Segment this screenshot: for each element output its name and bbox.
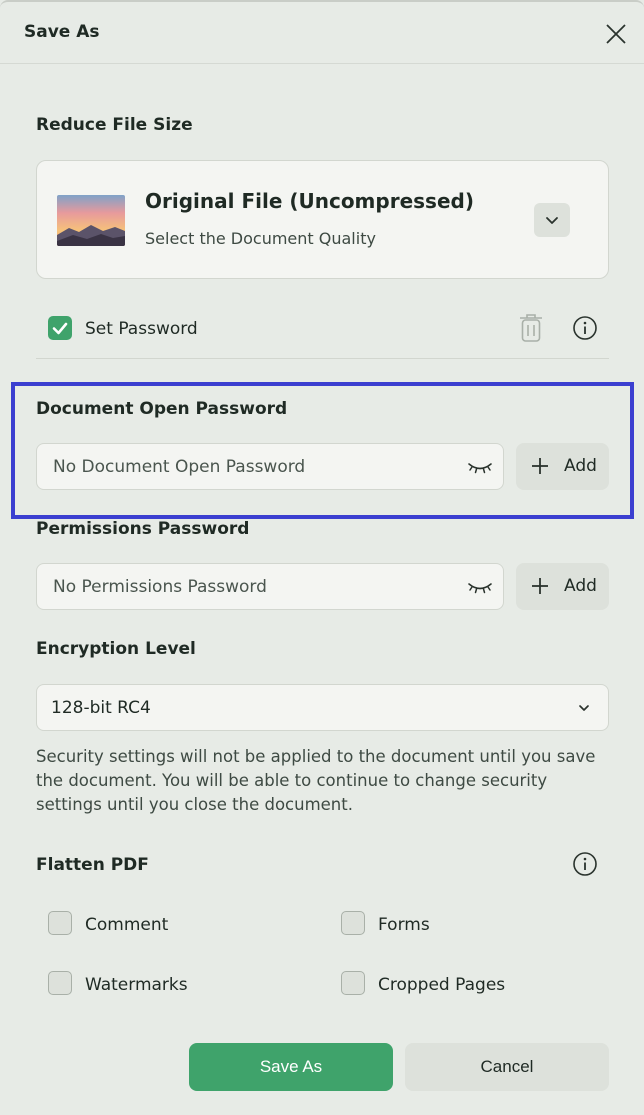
security-note: Security settings will not be applied to…: [36, 747, 596, 814]
cancel-button[interactable]: Cancel: [405, 1043, 609, 1091]
chevron-down-icon: [546, 217, 558, 224]
password-info-button[interactable]: [572, 315, 598, 341]
encryption-level-label: Encryption Level: [36, 639, 196, 659]
checkmark-icon: [52, 322, 68, 335]
open-password-placeholder: No Document Open Password: [53, 457, 306, 477]
permissions-password-placeholder: No Permissions Password: [53, 577, 267, 597]
flatten-forms-label: Forms: [378, 915, 430, 935]
add-permissions-password-button[interactable]: Add: [516, 563, 609, 610]
plus-icon: [532, 578, 548, 594]
trash-icon: [520, 314, 542, 342]
chevron-down-icon: [579, 705, 589, 711]
file-option-title: Original File (Uncompressed): [145, 189, 474, 213]
save-as-button[interactable]: Save As: [189, 1043, 393, 1091]
file-option-subtitle: Select the Document Quality: [145, 229, 376, 248]
delete-password-button[interactable]: [516, 312, 546, 344]
eye-closed-icon: [468, 583, 492, 594]
open-password-field[interactable]: No Document Open Password: [36, 443, 504, 490]
set-password-checkbox[interactable]: [48, 316, 72, 340]
flatten-cropped-pages-checkbox[interactable]: [341, 971, 365, 995]
set-password-label: Set Password: [85, 319, 198, 339]
flatten-comment-label: Comment: [85, 915, 169, 935]
add-open-password-button[interactable]: Add: [516, 443, 609, 490]
encryption-level-select[interactable]: 128-bit RC4: [36, 684, 609, 731]
add-permissions-password-label: Add: [564, 576, 597, 596]
close-icon: [606, 24, 626, 44]
info-icon: [573, 316, 597, 340]
info-icon: [573, 852, 597, 876]
permissions-password-label: Permissions Password: [36, 519, 250, 539]
open-password-label: Document Open Password: [36, 399, 288, 419]
close-button[interactable]: [600, 18, 632, 50]
flatten-cropped-pages-label: Cropped Pages: [378, 975, 506, 995]
flatten-info-button[interactable]: [572, 851, 598, 877]
flatten-watermarks-checkbox[interactable]: [48, 971, 72, 995]
document-thumbnail: [57, 195, 125, 246]
plus-icon: [532, 458, 548, 474]
permissions-password-visibility-toggle[interactable]: [467, 578, 493, 596]
open-password-visibility-toggle[interactable]: [467, 458, 493, 476]
reduce-file-size-label: Reduce File Size: [36, 115, 193, 135]
permissions-password-field[interactable]: No Permissions Password: [36, 563, 504, 610]
flatten-comment-checkbox[interactable]: [48, 911, 72, 935]
save-as-dialog: Save As Reduce File Size Original File (…: [0, 0, 644, 1115]
file-quality-card[interactable]: Original File (Uncompressed) Select the …: [36, 160, 609, 279]
flatten-pdf-label: Flatten PDF: [36, 855, 149, 875]
flatten-forms-checkbox[interactable]: [341, 911, 365, 935]
quality-dropdown-button[interactable]: [534, 203, 570, 237]
title-bar: Save As: [0, 2, 644, 64]
eye-closed-icon: [468, 463, 492, 474]
encryption-level-value: 128-bit RC4: [51, 698, 151, 718]
dialog-title: Save As: [24, 22, 100, 42]
divider: [36, 358, 609, 359]
flatten-watermarks-label: Watermarks: [85, 975, 188, 995]
add-open-password-label: Add: [564, 456, 597, 476]
